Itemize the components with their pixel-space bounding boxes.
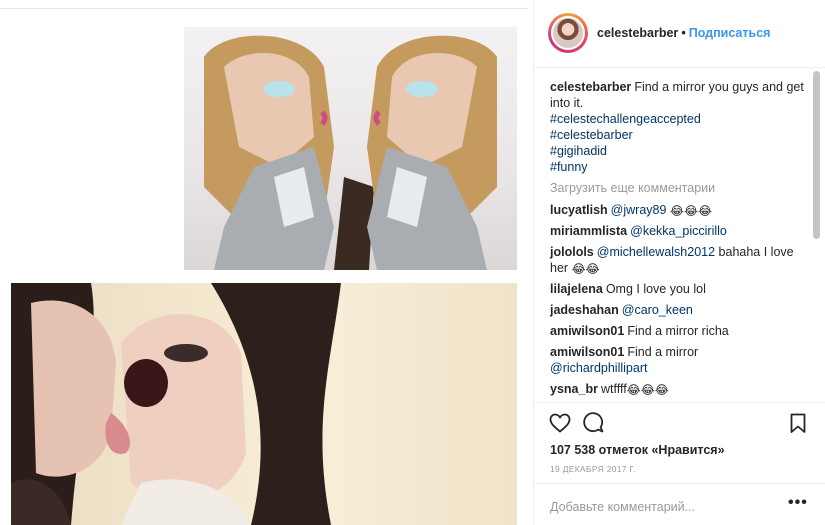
comment-username[interactable]: lucyatlish [550,203,608,217]
load-more-comments-button[interactable]: Загрузить еще комментарии [550,180,808,196]
comment-text: Omg I love you lol [605,282,706,296]
header-username[interactable]: celestebarber [597,26,678,40]
comment-username[interactable]: jadeshahan [550,303,619,317]
post-media[interactable] [0,0,533,525]
comment-emoji: 😂😂 [571,262,600,276]
comment-item: amiwilson01 Find a mirror richa [550,323,808,339]
comment-mention[interactable]: @jwray89 [611,203,667,217]
comment-mention[interactable]: @richardphillipart [550,361,647,375]
hashtag-link[interactable]: #gigihadid [550,143,808,159]
comment-emoji: 😂😂😂 [626,383,669,397]
comment-username[interactable]: amiwilson01 [550,345,624,359]
post-photo-mirror-tongue [11,283,517,525]
header-dot: • [681,26,686,40]
comment-emoji: 😂😂😂 [669,204,712,218]
likes-count[interactable]: 107 538 отметок «Нравится» [550,443,725,457]
photo-mirror-tongue-art [11,283,341,525]
comment-icon[interactable] [582,411,606,435]
comment-mention[interactable]: @kekka_piccirillo [630,224,727,238]
add-comment-bar: Добавьте комментарий... ••• [534,483,825,525]
heart-icon[interactable] [548,411,572,435]
comment-item: lucyatlish @jwray89 😂😂😂 [550,202,808,218]
follow-button[interactable]: Подписаться [689,26,771,40]
comment-username[interactable]: miriammlista [550,224,627,238]
comment-item: lilajelena Omg I love you lol [550,281,808,297]
comment-text: Find a mirror richa [627,324,729,338]
post-photo-mirror-silver [184,27,517,270]
post-date: 19 ДЕКАБРЯ 2017 Г. [550,464,637,474]
post-sidebar: celestebarber • Подписаться celestebarber F… [534,0,825,525]
hashtag-link[interactable]: #celestebarber [550,127,808,143]
media-top-divider [0,8,527,9]
comment-text: wtffff [600,382,627,396]
comment-username[interactable]: amiwilson01 [550,324,624,338]
photo-mirror-silver-art [204,35,497,270]
caption-username[interactable]: celestebarber [550,80,631,94]
comment-username[interactable]: jololols [550,245,594,259]
comments-inner: celestebarber Find a mirror you guys and … [550,79,808,402]
comment-item: jadeshahan @caro_keen [550,302,808,318]
comment-item: miriammlista @kekka_piccirillo [550,223,808,239]
header-text: celestebarber • Подписаться [597,26,770,40]
comment-username[interactable]: lilajelena [550,282,603,296]
story-ring[interactable] [548,13,588,53]
comments-list[interactable]: celestebarber Find a mirror you guys and … [534,69,825,402]
comment-item: ysna_br wtffff😂😂😂 [550,381,808,397]
caption-hashtags: #celestechallengeaccepted #celestebarber… [550,111,808,175]
comment-username[interactable]: ysna_br [550,382,598,396]
post-header: celestebarber • Подписаться [534,0,825,68]
add-comment-input[interactable]: Добавьте комментарий... [550,500,695,514]
more-options-icon[interactable]: ••• [788,494,808,512]
comment-text: Find a mirror [627,345,699,359]
avatar[interactable] [551,16,585,50]
comment-item: amiwilson01 Find a mirror @richardphillipa… [550,344,808,376]
comment-mention[interactable]: @caro_keen [622,303,693,317]
hashtag-link[interactable]: #funny [550,159,808,175]
comment-item: jololols @michellewalsh2012 bahaha I love… [550,244,808,276]
comments-scrollbar[interactable] [813,71,820,239]
post-caption: celestebarber Find a mirror you guys and … [550,79,808,175]
bookmark-icon[interactable] [786,411,810,435]
comment-mention[interactable]: @michellewalsh2012 [597,245,715,259]
hashtag-link[interactable]: #celestechallengeaccepted [550,111,808,127]
